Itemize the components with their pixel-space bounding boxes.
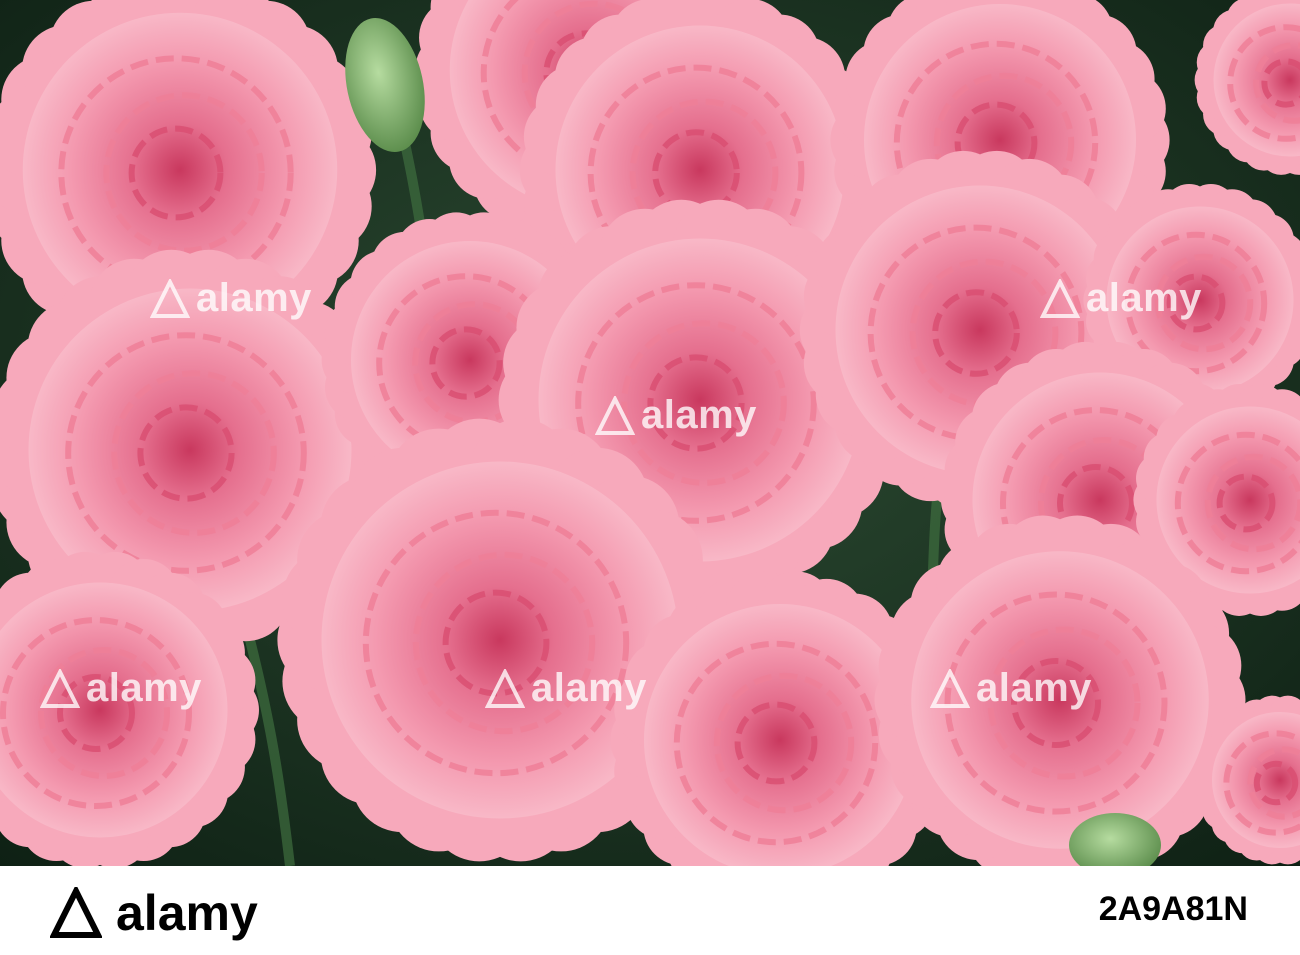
- brand-name: alamy: [116, 885, 258, 941]
- flower-photo: [0, 0, 1300, 866]
- alamy-triangle-icon: [50, 887, 102, 938]
- footer-bar: alamy 2A9A81N: [0, 866, 1300, 955]
- alamy-logo[interactable]: alamy: [50, 884, 258, 942]
- image-id-label: 2A9A81N: [1098, 890, 1248, 928]
